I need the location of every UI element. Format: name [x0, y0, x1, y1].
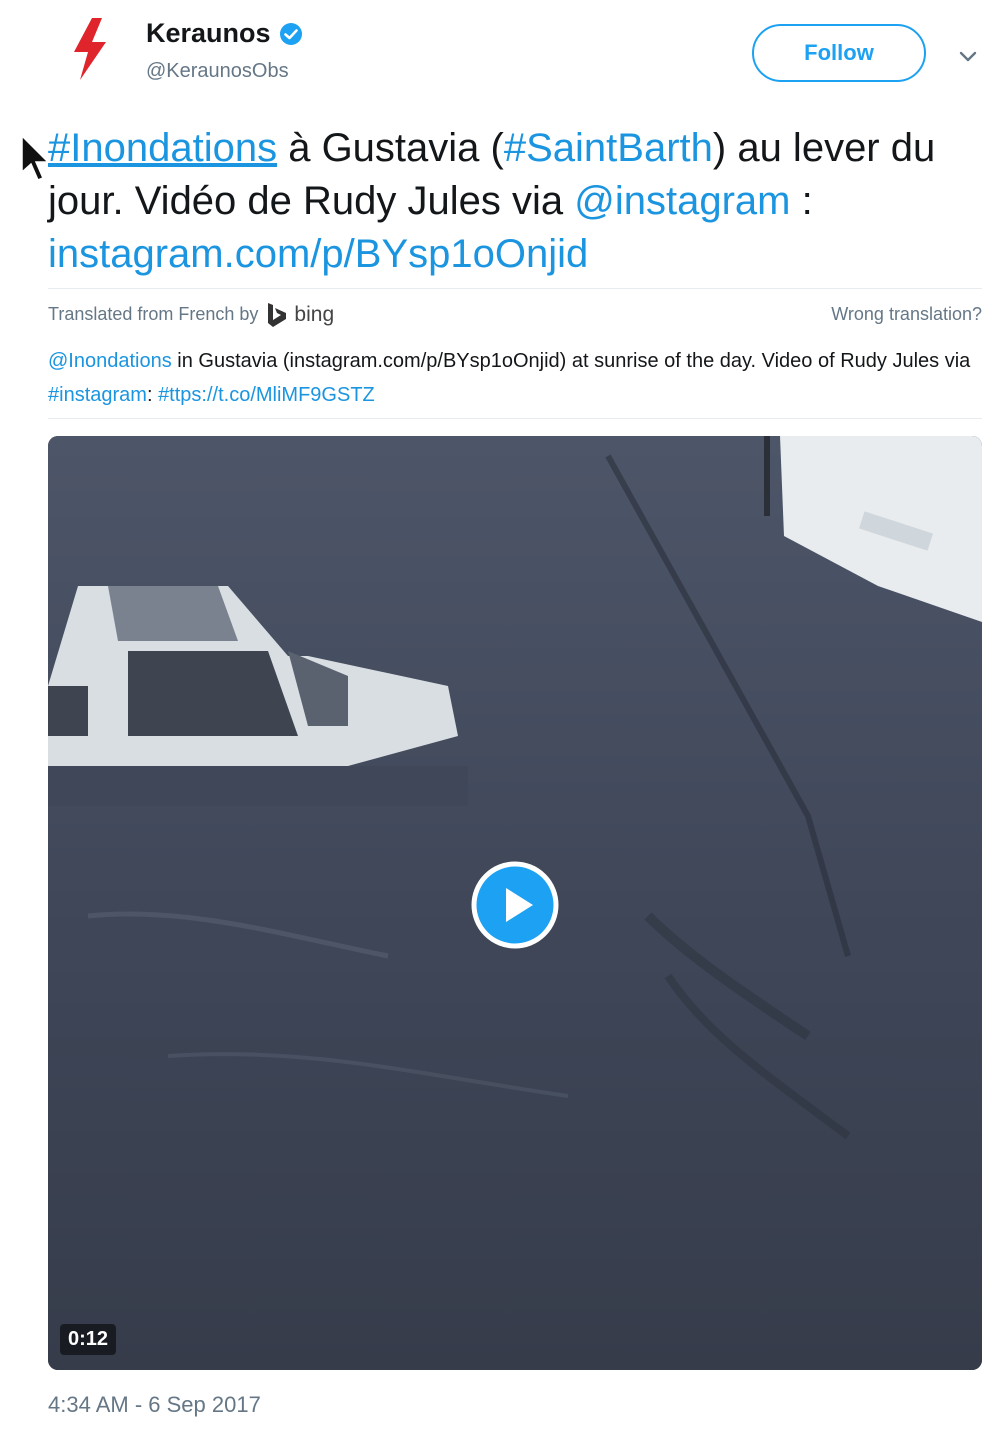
- translated-text: @Inondations in Gustavia (instagram.com/…: [48, 344, 982, 412]
- video-duration-badge: 0:12: [60, 1324, 117, 1355]
- tweet-text: #Inondations à Gustavia (#SaintBarth) au…: [48, 122, 978, 281]
- hashtag-inondations-link[interactable]: #Inondations: [48, 126, 277, 170]
- divider: [48, 418, 982, 419]
- chevron-down-icon[interactable]: [956, 44, 980, 68]
- video-player[interactable]: 0:12: [48, 436, 982, 1370]
- instagram-url-link[interactable]: instagram.com/p/BYsp1oOnjid: [48, 232, 588, 276]
- translated-short-link[interactable]: #ttps://t.co/MliMF9GSTZ: [158, 384, 375, 406]
- play-icon[interactable]: [470, 860, 560, 950]
- display-name[interactable]: Keraunos: [146, 18, 271, 49]
- user-handle[interactable]: @KeraunosObs: [146, 60, 289, 83]
- follow-button[interactable]: Follow: [752, 24, 926, 82]
- name-row: Keraunos: [146, 18, 303, 49]
- lightning-bolt-icon[interactable]: [62, 16, 118, 82]
- tweet-text-part: à Gustavia (: [277, 126, 504, 170]
- hashtag-saintbarth-link[interactable]: #SaintBarth: [504, 126, 713, 170]
- wrong-translation-link[interactable]: Wrong translation?: [831, 304, 982, 325]
- translation-bar: Translated from French by bing Wrong tra…: [48, 288, 982, 340]
- tweet-header: Keraunos @KeraunosObs Follow: [0, 0, 999, 110]
- translated-hashtag-link[interactable]: #instagram: [48, 384, 147, 406]
- translated-text-part: in Gustavia (instagram.com/p/BYsp1oOnjid…: [171, 350, 971, 372]
- tweet-text-part: :: [790, 179, 813, 223]
- translated-from-label: Translated from French by: [48, 304, 259, 324]
- verified-badge-icon: [279, 22, 302, 45]
- bing-icon: [268, 302, 287, 327]
- tweet-timestamp[interactable]: 4:34 AM - 6 Sep 2017: [48, 1392, 261, 1418]
- translation-source: Translated from French by bing: [48, 302, 334, 328]
- bing-label: bing: [294, 302, 335, 326]
- translated-text-part: :: [146, 384, 159, 406]
- mouse-cursor-icon: [21, 134, 50, 181]
- mention-instagram-link[interactable]: @instagram: [574, 179, 790, 223]
- bing-logo[interactable]: bing: [266, 302, 334, 328]
- translated-mention-link[interactable]: @Inondations: [48, 350, 172, 372]
